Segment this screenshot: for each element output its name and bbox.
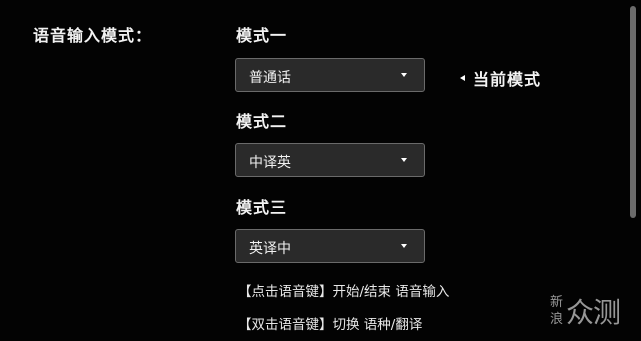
mode-3-title: 模式三: [236, 198, 288, 217]
current-mode-label: 当前模式: [473, 70, 542, 89]
triangle-left-icon: [460, 75, 465, 81]
caret-down-icon: [401, 73, 407, 77]
voice-input-mode-label: 语音输入模式：: [33, 26, 153, 45]
watermark-side-bottom: 浪: [550, 312, 564, 327]
mode-2-title: 模式二: [236, 112, 288, 131]
mode-2-select-value: 中译英: [249, 155, 291, 171]
watermark-logo: 新 浪 众测: [550, 291, 621, 331]
hint-double-tap: 【双击语音键】切换 语种/翻译: [238, 317, 423, 333]
mode-2-select[interactable]: 中译英: [235, 143, 425, 177]
hint-single-tap: 【点击语音键】开始/结束 语音输入: [238, 284, 450, 300]
caret-down-icon: [401, 244, 407, 248]
mode-3-select-value: 英译中: [249, 241, 291, 257]
mode-3-select[interactable]: 英译中: [235, 229, 425, 263]
watermark-side-top: 新: [550, 295, 564, 310]
watermark-main: 众测: [566, 296, 621, 329]
voice-input-settings-panel: 语音输入模式： 模式一 普通话 当前模式 模式二 中译英 模式三 英译中 【点击…: [0, 0, 641, 341]
mode-1-select-value: 普通话: [249, 70, 291, 86]
mode-1-select[interactable]: 普通话: [235, 58, 425, 92]
vertical-scrollbar[interactable]: [630, 6, 636, 218]
mode-1-title: 模式一: [236, 26, 288, 45]
caret-down-icon: [401, 158, 407, 162]
current-mode-marker: 当前模式: [460, 66, 541, 90]
